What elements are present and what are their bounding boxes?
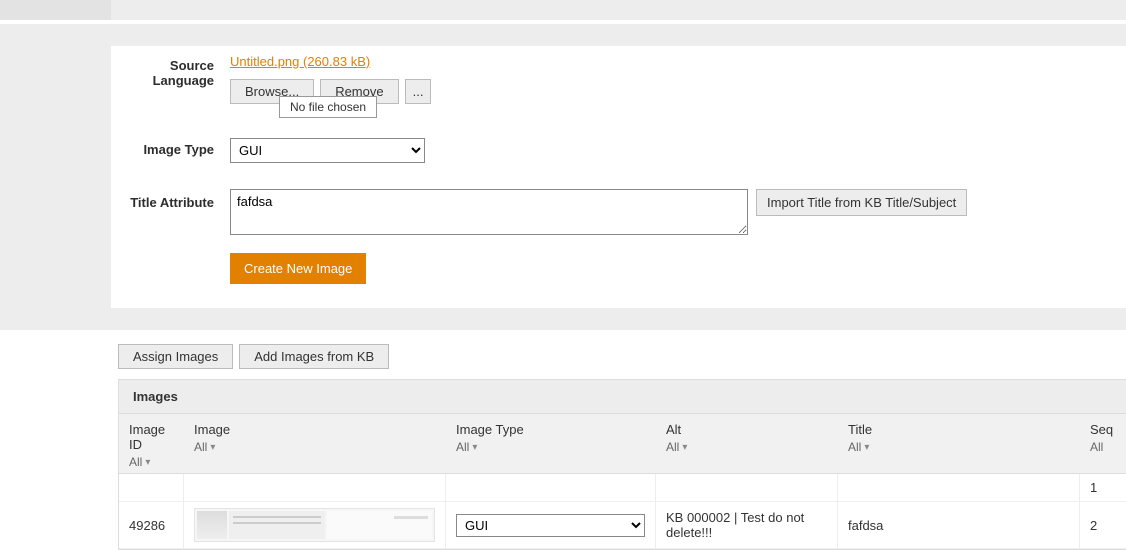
chevron-down-icon: ▾	[145, 457, 150, 468]
images-panel-header: Images	[119, 380, 1126, 414]
col-header-id: Image ID All▾	[119, 414, 183, 473]
col-header-type: Image Type All▾	[445, 414, 655, 473]
top-bar	[0, 0, 1126, 20]
images-panel: Images Image ID All▾ Image All▾ Image Ty…	[118, 379, 1126, 550]
image-type-select[interactable]: GUI	[230, 138, 425, 163]
table-row: 1	[119, 474, 1126, 502]
assign-images-button[interactable]: Assign Images	[118, 344, 233, 369]
row-create: Create New Image	[111, 253, 1126, 284]
label-title-attribute: Title Attribute	[111, 189, 222, 210]
import-title-button[interactable]: Import Title from KB Title/Subject	[756, 189, 967, 216]
col-header-image: Image All▾	[183, 414, 445, 473]
chevron-down-icon: ▾	[472, 442, 477, 453]
action-row: Assign Images Add Images from KB	[118, 330, 1126, 379]
cell-type	[445, 474, 655, 501]
cell-title	[837, 474, 1079, 501]
filter-type[interactable]: All▾	[456, 440, 477, 454]
cell-seq: 2	[1079, 502, 1126, 548]
more-button[interactable]: ...	[405, 79, 432, 104]
cell-title: fafdsa	[837, 502, 1079, 548]
table-head: Image ID All▾ Image All▾ Image Type All▾…	[119, 414, 1126, 474]
cell-type: GUI	[445, 502, 655, 548]
file-link[interactable]: Untitled.png (260.83 kB)	[230, 54, 370, 69]
cell-id: 49286	[119, 502, 183, 548]
row-image-type: Image Type GUI	[111, 138, 1126, 163]
filter-alt[interactable]: All▾	[666, 440, 687, 454]
lower-sidebar	[0, 330, 118, 550]
cell-seq: 1	[1079, 474, 1126, 501]
form-section: Source Language Untitled.png (260.83 kB)…	[0, 46, 1126, 308]
label-image-type: Image Type	[111, 138, 222, 157]
create-new-image-button[interactable]: Create New Image	[230, 253, 366, 284]
filter-seq[interactable]: All	[1090, 440, 1103, 454]
chevron-down-icon: ▾	[682, 442, 687, 453]
lower-section: Assign Images Add Images from KB Images …	[0, 330, 1126, 550]
title-attribute-textarea[interactable]	[230, 189, 748, 235]
cell-id	[119, 474, 183, 501]
spacer	[0, 24, 1126, 46]
col-header-alt: Alt All▾	[655, 414, 837, 473]
cell-image	[183, 474, 445, 501]
file-tooltip: No file chosen	[279, 96, 377, 118]
chevron-down-icon: ▾	[210, 442, 215, 453]
cell-alt: KB 000002 | Test do not delete!!!	[655, 502, 837, 548]
form-sidebar	[0, 46, 111, 308]
add-images-from-kb-button[interactable]: Add Images from KB	[239, 344, 389, 369]
row-source-language: Source Language Untitled.png (260.83 kB)…	[111, 54, 1126, 104]
row-title-attribute: Title Attribute Import Title from KB Tit…	[111, 189, 1126, 235]
row-image-type-select[interactable]: GUI	[456, 514, 645, 537]
table-row: 49286 GUI KB 000002 | Test do not d	[119, 502, 1126, 549]
section-gap	[0, 308, 1126, 330]
cell-image[interactable]	[183, 502, 445, 548]
chevron-down-icon: ▾	[864, 442, 869, 453]
filter-id[interactable]: All▾	[129, 455, 150, 469]
col-header-seq: Seq All	[1079, 414, 1126, 473]
col-header-title: Title All▾	[837, 414, 1079, 473]
table-body: 1 49286 GUI	[119, 474, 1126, 549]
filter-title[interactable]: All▾	[848, 440, 869, 454]
filter-image[interactable]: All▾	[194, 440, 215, 454]
top-bar-left	[0, 0, 111, 20]
label-source-language: Source Language	[111, 54, 222, 88]
cell-alt	[655, 474, 837, 501]
